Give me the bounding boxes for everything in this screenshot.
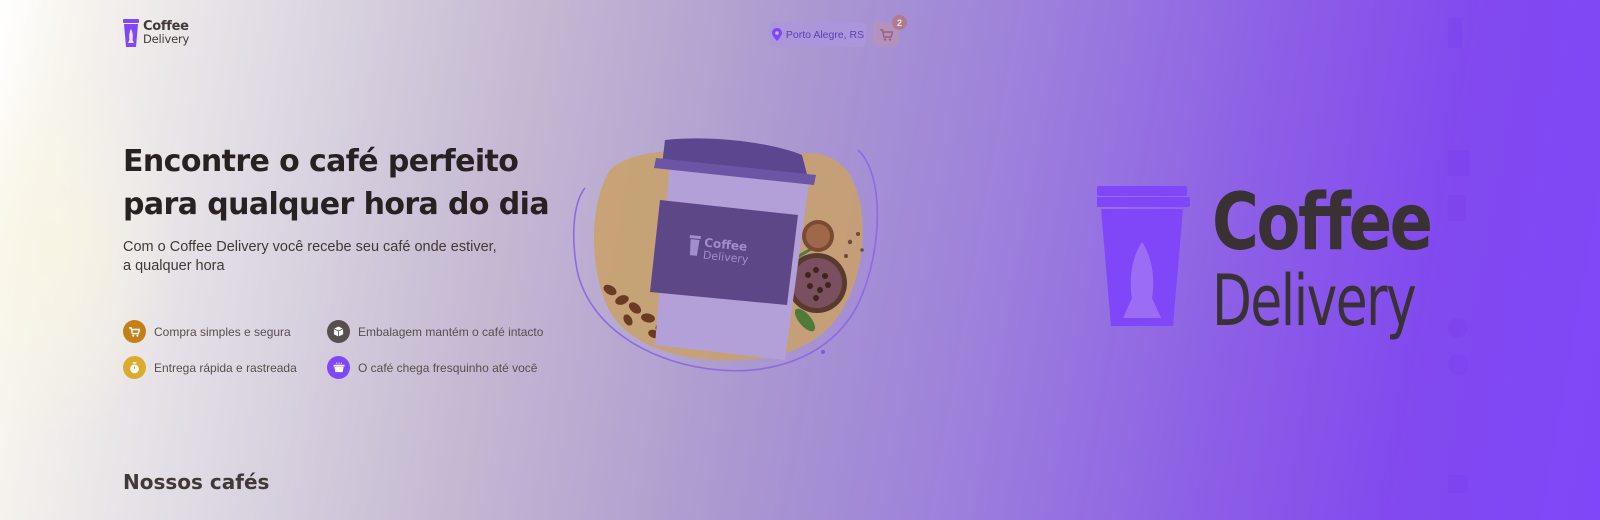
- ghost-title-block: [1448, 150, 1470, 176]
- feature-label: Compra simples e segura: [154, 324, 291, 339]
- cart-icon: [879, 28, 893, 41]
- hero-coffee-cup-image: Coffee Delivery: [572, 138, 879, 372]
- cart-count-badge: 2: [892, 15, 907, 30]
- hero-title: Encontre o café perfeito para qualquer h…: [123, 144, 550, 222]
- package-icon: [327, 320, 350, 343]
- logo[interactable]: Coffee Delivery: [123, 19, 189, 47]
- brand-word-coffee: Coffee: [1212, 178, 1433, 268]
- ghost-feature-dot: [1448, 355, 1468, 375]
- ghost-logo-icon: [1448, 18, 1462, 48]
- feature-item: O café chega fresquinho até você: [327, 356, 537, 379]
- feature-label: O café chega fresquinho até você: [358, 360, 538, 375]
- ghost-section-block: [1448, 475, 1468, 493]
- ghost-feature-dot: [1448, 318, 1468, 338]
- feature-item: Embalagem mantém o café intacto: [327, 320, 543, 343]
- logo-text-delivery: Delivery: [143, 32, 190, 46]
- brand-word-delivery: Delivery: [1212, 260, 1417, 342]
- coffee-icon: [327, 356, 350, 379]
- location-label: Porto Alegre, RS: [785, 28, 865, 41]
- feature-label: Embalagem mantém o café intacto: [358, 324, 544, 339]
- ghost-title-block: [1448, 195, 1466, 221]
- feature-label: Entrega rápida e rastreada: [154, 360, 297, 375]
- rocket-cup-icon: [123, 19, 139, 47]
- cart-button[interactable]: 2: [873, 15, 907, 47]
- feature-item: Entrega rápida e rastreada: [123, 356, 297, 379]
- feature-item: Compra simples e segura: [123, 320, 291, 343]
- timer-icon: [123, 356, 146, 379]
- location-button[interactable]: Porto Alegre, RS: [769, 22, 866, 47]
- map-pin-icon: [771, 28, 782, 41]
- section-title: Nossos cafés: [123, 470, 270, 494]
- cart-icon: [123, 320, 146, 343]
- hero-subtitle: Com o Coffee Delivery você recebe seu ca…: [123, 239, 497, 274]
